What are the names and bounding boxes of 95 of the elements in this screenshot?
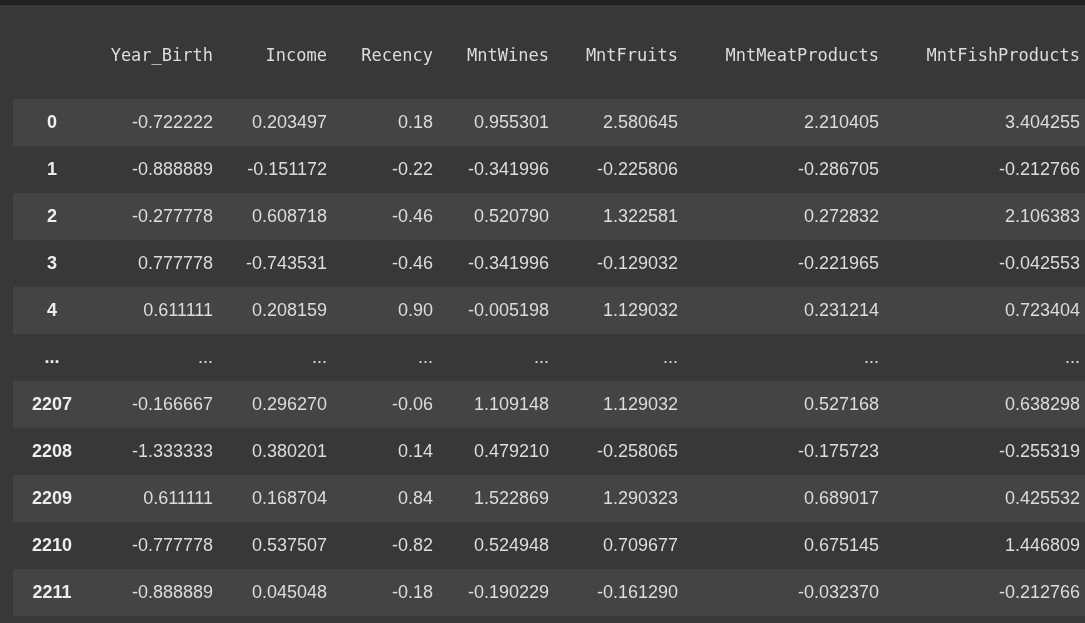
table-cell: -0.042553 bbox=[889, 240, 1085, 287]
table-cell: ... bbox=[688, 334, 889, 381]
table-cell: 0.709677 bbox=[559, 522, 688, 569]
table-cell: 0.611111 bbox=[91, 287, 223, 334]
table-cell: 0.611111 bbox=[91, 475, 223, 522]
table-cell: 0.296270 bbox=[223, 381, 337, 428]
table-cell: -0.46 bbox=[337, 240, 443, 287]
column-header: MntMeatProducts bbox=[688, 10, 889, 99]
table-cell: 0.203497 bbox=[223, 99, 337, 146]
table-cell: 2.210405 bbox=[688, 99, 889, 146]
table-cell: -0.190229 bbox=[443, 569, 559, 616]
table-cell: 2.580645 bbox=[559, 99, 688, 146]
row-index: 2209 bbox=[13, 475, 91, 522]
table-cell: -0.888889 bbox=[91, 569, 223, 616]
table-cell: 1.109148 bbox=[443, 381, 559, 428]
table-cell: 0.84 bbox=[337, 475, 443, 522]
table-cell: -0.82 bbox=[337, 522, 443, 569]
table-cell: -0.258065 bbox=[559, 428, 688, 475]
row-index: 2211 bbox=[13, 569, 91, 616]
row-index: 0 bbox=[13, 99, 91, 146]
table-cell: ... bbox=[91, 334, 223, 381]
table-cell: 0.045048 bbox=[223, 569, 337, 616]
table-cell: -0.46 bbox=[337, 193, 443, 240]
table-cell: ... bbox=[223, 334, 337, 381]
table-cell: -0.341996 bbox=[443, 146, 559, 193]
table-cell: 0.638298 bbox=[889, 381, 1085, 428]
table-cell: ... bbox=[337, 334, 443, 381]
table-cell: 0.231214 bbox=[688, 287, 889, 334]
table-cell: ... bbox=[559, 334, 688, 381]
table-cell: -0.175723 bbox=[688, 428, 889, 475]
table-cell: 0.272832 bbox=[688, 193, 889, 240]
table-cell: 1.129032 bbox=[559, 287, 688, 334]
table-cell: -0.22 bbox=[337, 146, 443, 193]
row-index: 2208 bbox=[13, 428, 91, 475]
row-index: 3 bbox=[13, 240, 91, 287]
table-cell: 0.520790 bbox=[443, 193, 559, 240]
column-header: MntWines bbox=[443, 10, 559, 99]
table-cell: -0.341996 bbox=[443, 240, 559, 287]
table-cell: -0.18 bbox=[337, 569, 443, 616]
table-cell: -0.888889 bbox=[91, 146, 223, 193]
table-cell: -0.777778 bbox=[91, 522, 223, 569]
column-header: Income bbox=[223, 10, 337, 99]
table-cell: 0.689017 bbox=[688, 475, 889, 522]
table-cell: 0.723404 bbox=[889, 287, 1085, 334]
table-cell: 0.479210 bbox=[443, 428, 559, 475]
table-cell: 1.446809 bbox=[889, 522, 1085, 569]
table-cell: -1.333333 bbox=[91, 428, 223, 475]
table-cell: 0.955301 bbox=[443, 99, 559, 146]
table-cell: 0.777778 bbox=[91, 240, 223, 287]
table-cell: -0.212766 bbox=[889, 569, 1085, 616]
table-cell: -0.212766 bbox=[889, 146, 1085, 193]
table-cell: 1.522869 bbox=[443, 475, 559, 522]
table-cell: -0.277778 bbox=[91, 193, 223, 240]
table-cell: -0.161290 bbox=[559, 569, 688, 616]
table-cell: 0.380201 bbox=[223, 428, 337, 475]
table-cell: 0.537507 bbox=[223, 522, 337, 569]
column-header: Recency bbox=[337, 10, 443, 99]
table-cell: -0.06 bbox=[337, 381, 443, 428]
table-cell: 1.290323 bbox=[559, 475, 688, 522]
table-cell: -0.286705 bbox=[688, 146, 889, 193]
table-cell: ... bbox=[443, 334, 559, 381]
table-cell: -0.255319 bbox=[889, 428, 1085, 475]
table-cell: -0.151172 bbox=[223, 146, 337, 193]
row-index: ... bbox=[13, 334, 91, 381]
row-index: 4 bbox=[13, 287, 91, 334]
table-cell: 2.106383 bbox=[889, 193, 1085, 240]
table-cell: 0.675145 bbox=[688, 522, 889, 569]
row-index: 2207 bbox=[13, 381, 91, 428]
table-cell: -0.722222 bbox=[91, 99, 223, 146]
table-cell: 0.208159 bbox=[223, 287, 337, 334]
table-cell: ... bbox=[889, 334, 1085, 381]
table-cell: 0.14 bbox=[337, 428, 443, 475]
table-cell: 0.168704 bbox=[223, 475, 337, 522]
table-cell: -0.225806 bbox=[559, 146, 688, 193]
row-index: 1 bbox=[13, 146, 91, 193]
table-cell: 0.90 bbox=[337, 287, 443, 334]
table-cell: 0.524948 bbox=[443, 522, 559, 569]
table-cell: -0.743531 bbox=[223, 240, 337, 287]
column-header: MntFruits bbox=[559, 10, 688, 99]
table-cell: 0.425532 bbox=[889, 475, 1085, 522]
table-cell: 1.322581 bbox=[559, 193, 688, 240]
row-index: 2210 bbox=[13, 522, 91, 569]
table-cell: 0.527168 bbox=[688, 381, 889, 428]
column-header: Year_Birth bbox=[91, 10, 223, 99]
table-cell: -0.032370 bbox=[688, 569, 889, 616]
table-cell: 3.404255 bbox=[889, 99, 1085, 146]
table-cell: -0.129032 bbox=[559, 240, 688, 287]
table-cell: -0.221965 bbox=[688, 240, 889, 287]
table-cell: -0.005198 bbox=[443, 287, 559, 334]
table-cell: 0.608718 bbox=[223, 193, 337, 240]
table-cell: 0.18 bbox=[337, 99, 443, 146]
row-index: 2 bbox=[13, 193, 91, 240]
table-cell: -0.166667 bbox=[91, 381, 223, 428]
column-header: MntFishProducts bbox=[889, 10, 1085, 99]
table-cell: 1.129032 bbox=[559, 381, 688, 428]
